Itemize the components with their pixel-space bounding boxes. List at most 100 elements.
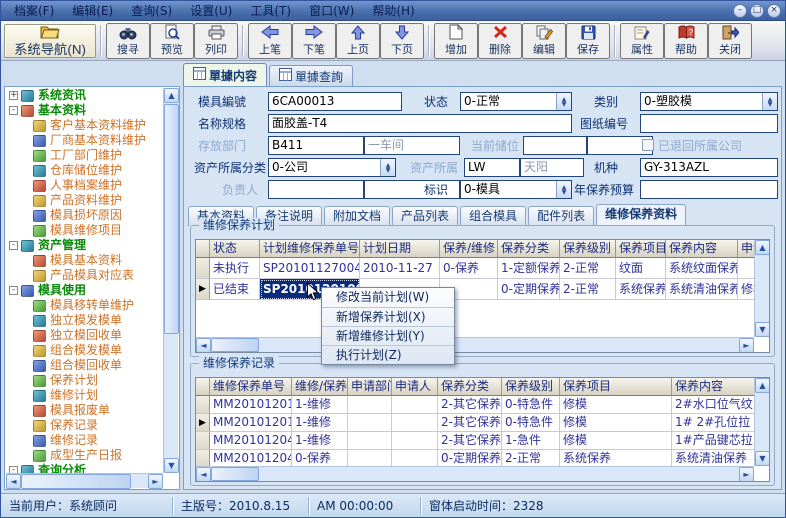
sidebar-item[interactable]: 仓库储位维护	[6, 163, 163, 178]
column-header[interactable]: 保养项目	[560, 378, 672, 396]
column-header[interactable]: 保养内容	[666, 240, 738, 258]
table-row[interactable]: MM2010120400031-维修2-其它保养1-急件修模1#产品键芯拉	[196, 432, 754, 450]
scroll-thumb[interactable]	[211, 338, 259, 352]
current-slot-code-field[interactable]	[523, 136, 587, 155]
scroll-up-icon[interactable]: ▲	[755, 378, 770, 393]
table-cell[interactable]: 0-特急件	[502, 414, 560, 432]
context-menu-item-4[interactable]: 执行计划(Z)	[322, 345, 454, 364]
manager-code-field[interactable]	[268, 180, 364, 199]
menu-item-7[interactable]: 帮助(H)	[363, 0, 423, 21]
column-header[interactable]: 申请部门	[348, 378, 392, 396]
table-cell[interactable]: 0-保养	[292, 450, 348, 466]
column-header[interactable]: 保养级别	[502, 378, 560, 396]
table-cell[interactable]: 2#水口位气纹	[672, 396, 754, 414]
column-header[interactable]: 保养级别	[560, 240, 616, 258]
machine-field[interactable]: GY-313AZL	[640, 158, 778, 177]
table-cell[interactable]: 修模	[560, 396, 672, 414]
scroll-left-icon[interactable]: ◄	[6, 474, 21, 489]
sidebar-item[interactable]: 独立模回收单	[6, 328, 163, 343]
table-cell[interactable]: 1-维修	[292, 396, 348, 414]
name-spec-field[interactable]: 面胶盖-T4	[268, 114, 572, 133]
column-header[interactable]: 保养项目	[616, 240, 666, 258]
spinner-icon[interactable]: ▲▼	[380, 159, 395, 176]
scroll-down-icon[interactable]: ▼	[755, 322, 770, 337]
tab-维修保养资料[interactable]: 维修保养资料	[596, 204, 686, 226]
table-cell[interactable]: 0-定期保养	[498, 279, 560, 300]
toolbar-button-printer[interactable]: 列印	[194, 23, 238, 59]
row-selector[interactable]	[196, 396, 210, 414]
table-cell[interactable]	[348, 414, 392, 432]
menu-item-5[interactable]: 工具(T)	[241, 0, 300, 21]
tab-附加文档[interactable]: 附加文档	[324, 206, 390, 226]
sidebar-item[interactable]: 组合模回收单	[6, 358, 163, 373]
table-cell[interactable]: 系统清油保养	[672, 450, 754, 466]
table-row[interactable]: ▶已结束SP201012010010-定期保养2-正常系统保养系统清油保养修模	[196, 279, 754, 300]
table-cell[interactable]	[738, 258, 754, 279]
column-header[interactable]: 保养分类	[498, 240, 560, 258]
table-cell[interactable]: 2-其它保养	[438, 432, 502, 450]
table-cell[interactable]: 0-定期保养	[438, 450, 502, 466]
record-horizontal-scrollbar[interactable]: ◄ ►	[196, 466, 754, 481]
table-cell[interactable]: 1#产品键芯拉	[672, 432, 754, 450]
sidebar-item[interactable]: -查询分析	[6, 463, 163, 473]
plan-horizontal-scrollbar[interactable]: ◄ ►	[196, 337, 754, 352]
minimize-button[interactable]: –	[733, 4, 747, 18]
context-menu-item-2[interactable]: 新增保养计划(X)	[322, 307, 454, 326]
toolbar-button-edit[interactable]: 编辑	[522, 23, 566, 59]
scroll-right-icon[interactable]: ►	[148, 474, 163, 489]
toolbar-button-preview[interactable]: 预览	[150, 23, 194, 59]
table-cell[interactable]: 系统纹面保养	[666, 258, 738, 279]
spinner-icon[interactable]: ▲▼	[556, 181, 571, 198]
sidebar-item[interactable]: 模具损坏原因	[6, 208, 163, 223]
table-cell[interactable]: 未执行	[210, 258, 260, 279]
table-cell[interactable]: 系统保养	[616, 279, 666, 300]
sidebar-item[interactable]: 组合模发模单	[6, 343, 163, 358]
sidebar-item[interactable]: +系统资讯	[6, 88, 163, 103]
sidebar-item[interactable]: 独立模发模单	[6, 313, 163, 328]
toolbar-button-arrow-up[interactable]: 上页	[336, 23, 380, 59]
sidebar-item[interactable]: 保养记录	[6, 418, 163, 433]
table-cell[interactable]	[348, 450, 392, 466]
row-selector[interactable]	[196, 450, 210, 466]
context-menu-item-3[interactable]: 新增维修计划(Y)	[322, 326, 454, 345]
restore-button[interactable]: □	[750, 4, 764, 18]
flag-select[interactable]: 0-模具 ▲▼	[460, 180, 572, 199]
table-cell[interactable]: 1-急件	[502, 432, 560, 450]
column-header[interactable]: 保养/维修	[440, 240, 498, 258]
tab-产品列表[interactable]: 产品列表	[392, 206, 458, 226]
toolbar-button-delete-x[interactable]: 删除	[478, 23, 522, 59]
table-cell[interactable]: 已结束	[210, 279, 260, 300]
toolbar-button-arrow-left[interactable]: 上笔	[248, 23, 292, 59]
scroll-thumb[interactable]	[164, 104, 179, 334]
tab-组合模具[interactable]: 组合模具	[460, 206, 526, 226]
doc-tab-2[interactable]: 單據查詢	[269, 65, 353, 86]
table-cell[interactable]: 2-正常	[560, 258, 616, 279]
column-header[interactable]: 保养分类	[438, 378, 502, 396]
scroll-up-icon[interactable]: ▲	[164, 88, 179, 103]
table-cell[interactable]: 系统保养	[560, 450, 672, 466]
sidebar-item[interactable]: 工厂部门维护	[6, 148, 163, 163]
table-row[interactable]: MM2010120400090-保养0-定期保养2-正常系统保养系统清油保养	[196, 450, 754, 466]
plan-vertical-scrollbar[interactable]: ▲ ▼	[754, 240, 769, 337]
sidebar-item[interactable]: 维修记录	[6, 433, 163, 448]
tree-expander-icon[interactable]: +	[9, 91, 18, 100]
toolbar-button-properties[interactable]: 属性	[620, 23, 664, 59]
sidebar-item[interactable]: -基本资料	[6, 103, 163, 118]
table-cell[interactable]: 1-维修	[292, 432, 348, 450]
tree-expander-icon[interactable]: -	[9, 106, 18, 115]
column-header[interactable]: 申请	[738, 240, 754, 258]
column-header[interactable]: 计划日期	[360, 240, 440, 258]
menu-item-4[interactable]: 设置(U)	[181, 0, 241, 21]
sidebar-item[interactable]: 客户基本资料维护	[6, 118, 163, 133]
sidebar-item[interactable]: 产品模具对应表	[6, 268, 163, 283]
table-cell[interactable]: MM201012040009	[210, 450, 292, 466]
table-cell[interactable]: MM201012010007	[210, 414, 292, 432]
table-cell[interactable]	[392, 450, 438, 466]
sidebar-item[interactable]: 模具移转单维护	[6, 298, 163, 313]
scroll-down-icon[interactable]: ▼	[755, 451, 770, 466]
row-selector[interactable]: ▶	[196, 279, 210, 300]
scroll-thumb[interactable]	[21, 474, 131, 489]
sidebar-item[interactable]: -资产管理	[6, 238, 163, 253]
table-cell[interactable]: SP201011270041	[260, 258, 360, 279]
row-selector[interactable]: ▶	[196, 414, 210, 432]
